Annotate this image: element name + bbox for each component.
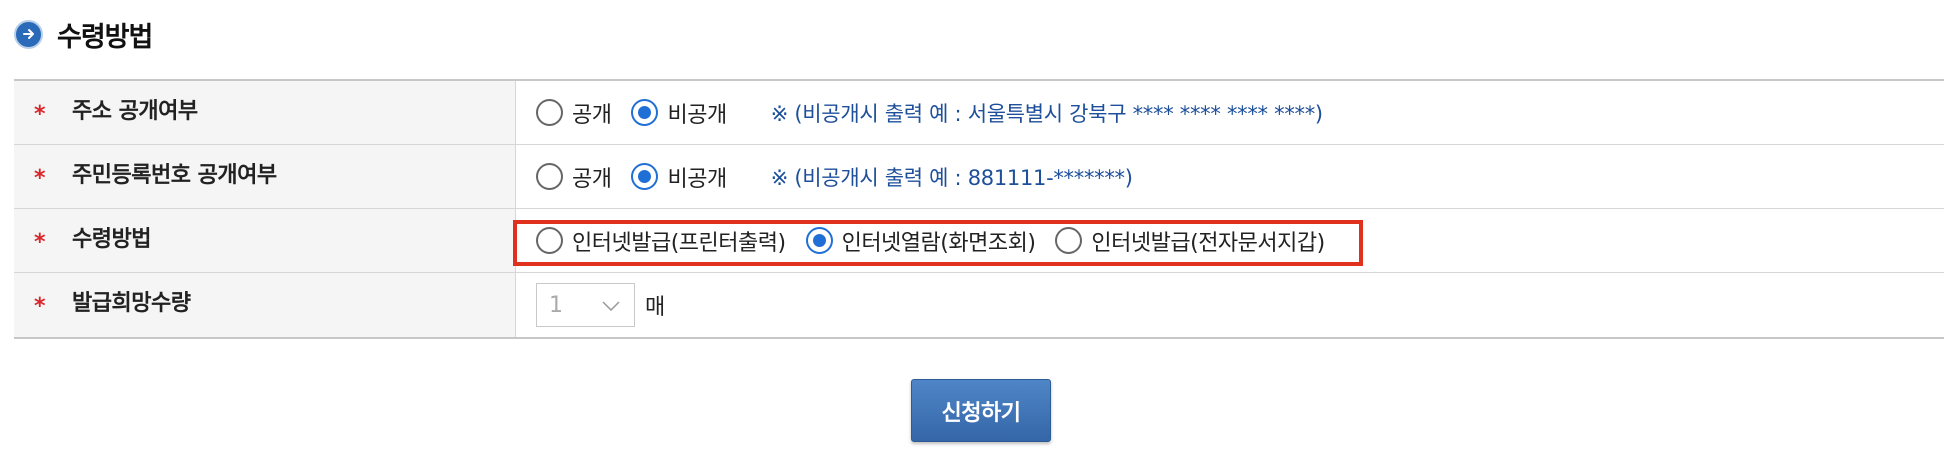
row-label: 발급희망수량 (72, 291, 191, 316)
form-row-quantity: * 발급희망수량 1 매 (14, 273, 1944, 337)
radio-button-checked[interactable] (805, 227, 833, 254)
example-note: ※ (비공개시 출력 예 : 881111-*******) (770, 165, 1133, 190)
form-row-rrn-public: * 주민등록번호 공개여부 공개 비공개 ※ (비공개시 출력 예 : 8811… (14, 145, 1944, 209)
quantity-value: 1 (549, 292, 563, 318)
required-mark: * (34, 229, 46, 255)
form-table: * 주소 공개여부 공개 비공개 ※ (비공개시 출력 예 : 서울특별시 강북… (14, 79, 1944, 339)
radio-button[interactable] (1055, 227, 1083, 254)
form-row-address-public: * 주소 공개여부 공개 비공개 ※ (비공개시 출력 예 : 서울특별시 강북… (14, 81, 1944, 145)
row-label: 수령방법 (72, 226, 151, 252)
row-header: * 수령방법 (14, 209, 516, 272)
radio-label: 인터넷열람(화면조회) (841, 230, 1036, 256)
form-row-receipt-method: * 수령방법 인터넷발급(프린터출력) 인터넷열람(화면조회) 인터넷발급(전자… (14, 209, 1944, 273)
section-header: 수령방법 (14, 14, 153, 54)
radio-button[interactable] (536, 163, 563, 190)
row-content: 인터넷발급(프린터출력) 인터넷열람(화면조회) 인터넷발급(전자문서지갑) (516, 209, 1944, 272)
chevron-down-icon (602, 296, 620, 315)
row-content: 1 매 (516, 273, 1944, 337)
radio-label: 공개 (572, 166, 612, 192)
row-header: * 발급희망수량 (14, 273, 516, 337)
quantity-select[interactable]: 1 (536, 283, 635, 327)
radio-label: 인터넷발급(전자문서지갑) (1091, 230, 1325, 256)
submit-button[interactable]: 신청하기 (911, 379, 1051, 442)
example-note: ※ (비공개시 출력 예 : 서울특별시 강북구 **** **** **** … (770, 101, 1323, 126)
required-mark: * (34, 294, 46, 319)
radio-label: 비공개 (667, 102, 727, 128)
arrow-right-circle-icon (14, 19, 43, 49)
row-label: 주소 공개여부 (72, 98, 198, 124)
section-title: 수령방법 (57, 21, 153, 53)
radio-button[interactable] (536, 99, 563, 126)
radio-e-wallet-option[interactable]: 인터넷발급(전자문서지갑) (1055, 225, 1325, 257)
radio-label: 공개 (572, 102, 612, 128)
radio-public-option[interactable]: 공개 (536, 97, 612, 129)
quantity-unit: 매 (645, 295, 666, 320)
row-label: 주민등록번호 공개여부 (72, 162, 277, 188)
radio-button[interactable] (536, 227, 563, 254)
radio-button-checked[interactable] (631, 163, 659, 190)
radio-label: 인터넷발급(프린터출력) (572, 230, 786, 256)
required-mark: * (34, 101, 46, 127)
radio-label: 비공개 (667, 166, 727, 192)
radio-internet-view-option[interactable]: 인터넷열람(화면조회) (805, 225, 1036, 257)
row-content: 공개 비공개 ※ (비공개시 출력 예 : 서울특별시 강북구 **** ***… (516, 81, 1944, 144)
radio-private-option[interactable]: 비공개 (631, 161, 727, 193)
radio-public-option[interactable]: 공개 (536, 161, 612, 193)
row-header: * 주소 공개여부 (14, 81, 516, 144)
row-header: * 주민등록번호 공개여부 (14, 145, 516, 208)
radio-button-checked[interactable] (631, 99, 659, 126)
required-mark: * (34, 165, 46, 191)
radio-internet-print-option[interactable]: 인터넷발급(프린터출력) (536, 225, 786, 257)
row-content: 공개 비공개 ※ (비공개시 출력 예 : 881111-*******) (516, 145, 1944, 208)
radio-private-option[interactable]: 비공개 (631, 97, 727, 129)
